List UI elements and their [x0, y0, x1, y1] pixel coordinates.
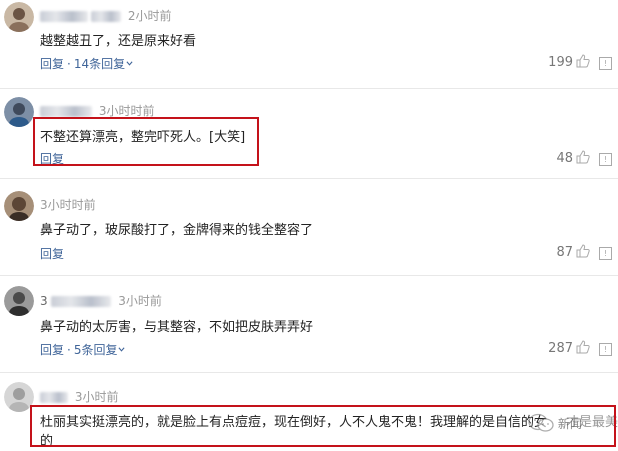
comment-text: 鼻子动的太厉害，与其整容，不如把皮肤弄弄好	[40, 320, 314, 335]
divider	[0, 88, 618, 89]
avatar[interactable]	[4, 286, 34, 316]
report-icon[interactable]: !	[599, 343, 612, 356]
comment-text: 越整越丑了，还是原来好看	[40, 34, 197, 49]
report-icon[interactable]: !	[599, 153, 612, 166]
comment-time: 3小时前	[118, 294, 162, 308]
like-button[interactable]: 48	[556, 150, 590, 166]
chevron-down-icon	[118, 347, 126, 352]
avatar[interactable]	[4, 191, 34, 221]
like-button[interactable]: 87	[556, 244, 590, 260]
username-blurred	[91, 11, 121, 22]
chevron-down-icon	[126, 61, 133, 66]
replies-count-label: 5条回复	[73, 343, 118, 357]
report-icon[interactable]: !	[599, 57, 612, 70]
dot-separator: ·	[67, 343, 71, 357]
comment-time: 3小时时前	[98, 104, 155, 118]
dot-separator: ·	[67, 57, 71, 71]
watermark: 新闻	[528, 413, 614, 437]
comment-actions: 回复 · 5条回复	[40, 341, 126, 358]
username-blurred	[40, 11, 88, 22]
view-replies-button[interactable]: 14条回复	[74, 57, 133, 71]
report-icon[interactable]: !	[599, 247, 612, 260]
avatar[interactable]	[4, 97, 34, 127]
comment-meta: 3小时前	[40, 388, 118, 405]
divider	[0, 372, 618, 373]
divider	[0, 178, 618, 179]
reply-button[interactable]: 回复	[40, 57, 64, 71]
comment-actions: 回复 · 14条回复	[40, 55, 133, 72]
comment-time: 3小时前	[74, 390, 119, 404]
comment-actions: 回复	[40, 245, 64, 262]
thumbs-up-icon	[576, 54, 590, 68]
username-blurred	[40, 106, 92, 117]
username-fragment: 3	[40, 294, 48, 308]
watermark-text: 新闻	[557, 417, 582, 431]
thumbs-up-icon	[576, 244, 590, 258]
view-replies-button[interactable]: 5条回复	[74, 343, 126, 357]
comment-meta: 3 3小时前	[40, 292, 162, 309]
thumbs-up-icon	[576, 150, 590, 164]
reply-button[interactable]: 回复	[40, 343, 64, 357]
highlight-box	[33, 117, 259, 166]
like-count: 199	[548, 55, 573, 70]
comment-text: 鼻子动了，玻尿酸打了，金牌得来的钱全整容了	[40, 223, 314, 238]
thumbs-up-icon	[576, 340, 590, 354]
reply-button[interactable]: 回复	[40, 247, 64, 261]
replies-count-label: 14条回复	[73, 57, 126, 71]
like-button[interactable]: 287	[548, 340, 590, 356]
username-blurred	[40, 392, 68, 403]
divider	[0, 275, 618, 276]
comment-meta: 3小时时前	[40, 196, 96, 213]
wechat-icon	[528, 413, 554, 432]
like-count: 87	[556, 245, 573, 260]
comment-meta: 2小时前	[40, 7, 171, 24]
like-button[interactable]: 199	[548, 54, 590, 70]
username-blurred	[51, 296, 112, 307]
comment-time: 2小时前	[127, 9, 172, 23]
avatar[interactable]	[4, 2, 34, 32]
like-count: 48	[556, 151, 573, 166]
comment-time: 3小时时前	[40, 198, 96, 212]
like-count: 287	[548, 341, 573, 356]
